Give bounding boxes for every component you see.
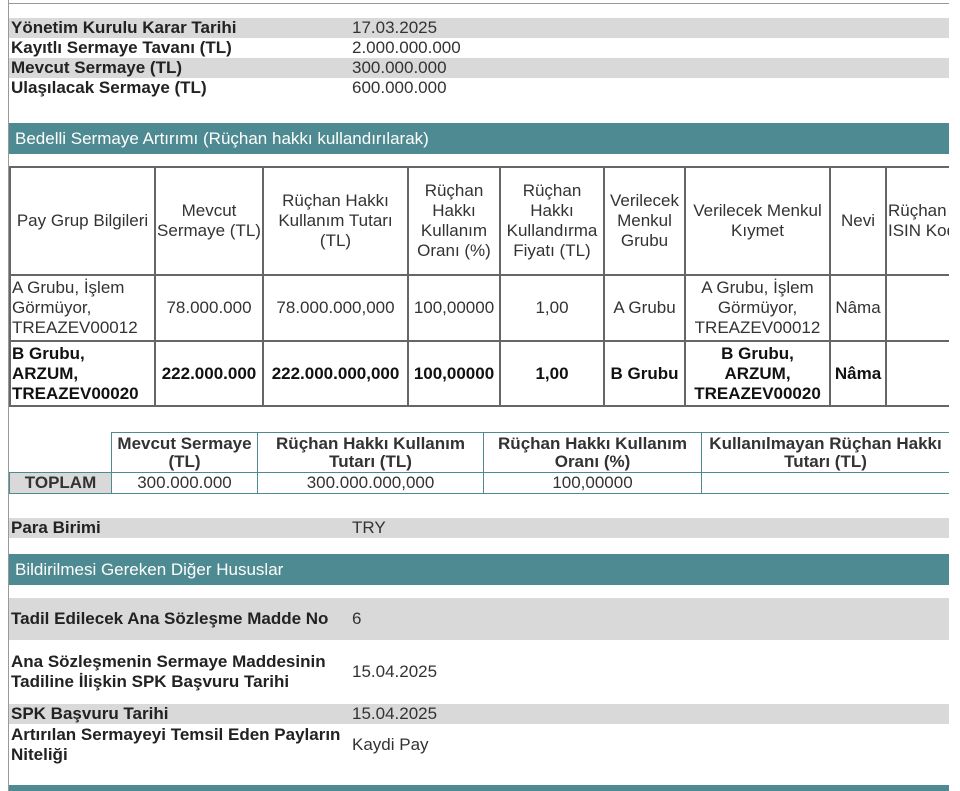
info-value: Kaydi Pay	[352, 735, 429, 754]
column-header: Rüçhan Hakkı Kullandırma Fiyatı (TL)	[499, 166, 605, 276]
top-info-table: Yönetim Kurulu Karar Tarihi 17.03.2025 K…	[9, 18, 949, 98]
table-cell: 222.000.000	[154, 340, 264, 407]
info-value: 15.04.2025	[352, 662, 438, 681]
table-cell: 300.000.000	[111, 472, 258, 494]
info-label: Artırılan Sermayeyi Temsil Eden Payların…	[11, 725, 341, 764]
table-cell	[885, 274, 949, 342]
column-header: Kullanılmayan Rüçhan Hakkı Tutarı (TL)	[701, 432, 949, 473]
totals-table: Mevcut Sermaye (TL) Rüçhan Hakkı Kullanı…	[9, 432, 949, 494]
table-cell: 300.000.000,000	[257, 472, 484, 494]
info-label: Mevcut Sermaye (TL)	[9, 58, 344, 78]
info-label: Ulaşılacak Sermaye (TL)	[11, 78, 207, 97]
table-header-row: Pay Grup Bilgileri Mevcut Sermaye (TL) R…	[9, 166, 949, 276]
info-label: Yönetim Kurulu Karar Tarihi	[9, 18, 344, 38]
table-cell: 100,00000	[407, 340, 501, 407]
document-frame: Yönetim Kurulu Karar Tarihi 17.03.2025 K…	[8, 0, 949, 791]
table-row: B Grubu, ARZUM, TREAZEV00020 222.000.000…	[9, 340, 949, 407]
info-row: Kayıtlı Sermaye Tavanı (TL) 2.000.000.00…	[9, 38, 949, 58]
section-header-capital-increase: Bedelli Sermaye Artırımı (Rüçhan hakkı k…	[9, 123, 949, 154]
column-header: Nevi	[829, 166, 887, 276]
table-cell: 1,00	[499, 340, 605, 407]
table-cell: 222.000.000,000	[262, 340, 409, 407]
info-row: Mevcut Sermaye (TL) 300.000.000	[9, 58, 949, 78]
table-cell: B Grubu, ARZUM, TREAZEV00020	[684, 340, 831, 407]
other-info-table: Tadil Edilecek Ana Sözleşme Madde No 6 A…	[9, 598, 949, 766]
info-label: Kayıtlı Sermaye Tavanı (TL)	[11, 38, 232, 57]
column-header: Rüçhan Hakkı Kullanım Tutarı (TL)	[257, 432, 484, 473]
currency-table: Para Birimi TRY	[9, 518, 949, 538]
table-cell: A Grubu, İşlem Görmüyor, TREAZEV00012	[9, 274, 156, 342]
column-header: Rüçhan Hakkı Kullanım Oranı (%)	[483, 432, 702, 473]
column-header: Rüçhan Hakkı Kullanım Oranı (%)	[407, 166, 501, 276]
totals-header-row: Mevcut Sermaye (TL) Rüçhan Hakkı Kullanı…	[9, 432, 949, 473]
table-cell: A Grubu	[603, 274, 686, 342]
info-label: Ana Sözleşmenin Sermaye Maddesinin Tadil…	[11, 652, 326, 691]
info-row: Ana Sözleşmenin Sermaye Maddesinin Tadil…	[9, 640, 949, 704]
totals-row: TOPLAM 300.000.000 300.000.000,000 100,0…	[9, 472, 949, 494]
bottom-section-bar	[9, 785, 949, 791]
table-cell: 100,00000	[483, 472, 702, 494]
info-value: 6	[344, 598, 949, 640]
column-header: Rüçhan ISIN Kodu	[885, 166, 949, 276]
totals-corner	[9, 432, 112, 473]
info-value: 300.000.000	[344, 58, 949, 78]
currency-value: TRY	[344, 518, 949, 538]
info-row: Ulaşılacak Sermaye (TL) 600.000.000	[9, 78, 949, 98]
info-value: 17.03.2025	[344, 18, 949, 38]
info-row: SPK Başvuru Tarihi 15.04.2025	[9, 704, 949, 724]
info-row: Artırılan Sermayeyi Temsil Eden Payların…	[9, 724, 949, 766]
info-label: SPK Başvuru Tarihi	[9, 704, 344, 724]
table-cell: A Grubu, İşlem Görmüyor, TREAZEV00012	[684, 274, 831, 342]
currency-label: Para Birimi	[9, 518, 344, 538]
table-cell: 78.000.000,000	[262, 274, 409, 342]
table-cell: 1,00	[499, 274, 605, 342]
top-divider	[9, 3, 949, 4]
table-cell: B Grubu	[603, 340, 686, 407]
info-row: Para Birimi TRY	[9, 518, 949, 538]
column-header: Rüçhan Hakkı Kullanım Tutarı (TL)	[262, 166, 409, 276]
column-header: Pay Grup Bilgileri	[9, 166, 156, 276]
column-header: Verilecek Menkul Kıymet	[684, 166, 831, 276]
info-row: Tadil Edilecek Ana Sözleşme Madde No 6	[9, 598, 949, 640]
column-header: Verilecek Menkul Grubu	[603, 166, 686, 276]
table-cell: Nâma	[829, 274, 887, 342]
table-row: A Grubu, İşlem Görmüyor, TREAZEV00012 78…	[9, 274, 949, 342]
table-cell: B Grubu, ARZUM, TREAZEV00020	[9, 340, 156, 407]
section-header-other-matters: Bildirilmesi Gereken Diğer Hususlar	[9, 554, 949, 585]
column-header: Mevcut Sermaye (TL)	[111, 432, 258, 473]
share-group-table: Pay Grup Bilgileri Mevcut Sermaye (TL) R…	[9, 166, 949, 407]
table-cell: 100,00000	[407, 274, 501, 342]
info-value: 2.000.000.000	[352, 38, 461, 57]
table-cell	[885, 340, 949, 407]
column-header: Mevcut Sermaye (TL)	[154, 166, 264, 276]
totals-label: TOPLAM	[9, 472, 112, 494]
info-value: 15.04.2025	[344, 704, 949, 724]
info-value: 600.000.000	[352, 78, 447, 97]
table-cell: 78.000.000	[154, 274, 264, 342]
info-row: Yönetim Kurulu Karar Tarihi 17.03.2025	[9, 18, 949, 38]
table-cell	[701, 472, 949, 494]
info-label: Tadil Edilecek Ana Sözleşme Madde No	[9, 598, 344, 640]
table-cell: Nâma	[829, 340, 887, 407]
